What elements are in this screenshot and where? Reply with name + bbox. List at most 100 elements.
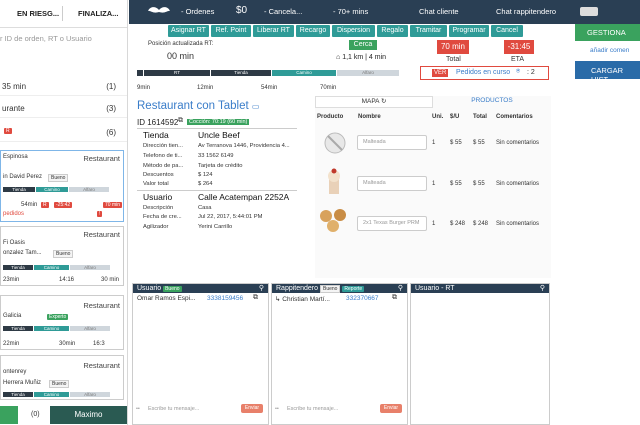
product-total: $ 55 bbox=[473, 140, 485, 146]
position-label: Posición actualizada RT: bbox=[148, 41, 214, 47]
user-address: Calle Acatempan 2252A bbox=[198, 192, 290, 202]
search-icon[interactable]: ⚲ bbox=[540, 284, 545, 293]
send-button[interactable]: Enviar bbox=[380, 404, 402, 413]
group-count: (1) bbox=[106, 82, 116, 91]
house-icon: ⌂ bbox=[336, 54, 341, 61]
send-button[interactable]: Enviar bbox=[241, 404, 263, 413]
product-price: $ 55 bbox=[450, 140, 462, 146]
gestiona-button[interactable]: GESTIONA bbox=[575, 24, 640, 41]
programar-button[interactable]: Programar bbox=[449, 25, 489, 37]
field-label: Método de pa... bbox=[143, 163, 184, 169]
timeline-rt: RT bbox=[144, 70, 210, 76]
ver-button[interactable]: VER bbox=[432, 69, 449, 77]
timeline-time: 9min bbox=[137, 85, 151, 91]
chat-rappi-link[interactable]: Chat rappitendero bbox=[496, 7, 556, 16]
maximo-button[interactable]: Maximo bbox=[50, 406, 127, 424]
tab-productos[interactable]: PRODUCTOS bbox=[433, 96, 551, 108]
restaurant-label: Restaurant bbox=[83, 361, 120, 370]
user-heading: Usuario bbox=[143, 192, 173, 202]
chat-usuario-header: Usuario Bueno ⚲ bbox=[133, 284, 268, 293]
message-input[interactable]: Escribe tu mensaje... bbox=[287, 406, 338, 412]
order-card[interactable]: Restaurant ontenrey Herrera Muñiz Bueno … bbox=[0, 355, 124, 400]
search-icon[interactable]: ⚲ bbox=[259, 284, 264, 293]
tab-finalizados[interactable]: FINALIZA... bbox=[78, 9, 118, 18]
order-card[interactable]: Espinosa Restaurant in David Perez Bueno… bbox=[0, 150, 124, 222]
distance-info: ⌂ 1,1 km | 4 min bbox=[336, 54, 386, 61]
add-comment-link[interactable]: añadir comen bbox=[590, 47, 629, 54]
group-durante[interactable]: urante (3) bbox=[0, 98, 127, 118]
pedidos-en-curso-box[interactable]: VER Pedidos en curso ⍟ : 2 bbox=[420, 66, 549, 80]
col-total: Total bbox=[473, 114, 487, 120]
mustache-logo-icon bbox=[148, 7, 170, 13]
timeline-time: 54min bbox=[261, 85, 278, 91]
attach-icon[interactable]: •• bbox=[136, 406, 140, 412]
reporte-badge[interactable]: Reporte bbox=[342, 286, 365, 292]
cargar-historial-button[interactable]: CARGAR HIST bbox=[575, 61, 640, 84]
rt-phone[interactable]: 332370667 bbox=[346, 295, 379, 302]
progress-alfaro: Alfaro bbox=[70, 326, 110, 331]
timeline-time: 12min bbox=[197, 85, 214, 91]
field-label: Fecha de cre... bbox=[143, 214, 182, 220]
time-label: 30 min bbox=[101, 277, 120, 283]
user-name: Omar Ramos Espi... bbox=[137, 295, 196, 302]
rt-name: ↳ Christian Martí... bbox=[275, 295, 330, 303]
order-id: ID 1614592 bbox=[137, 118, 179, 127]
group-other[interactable]: R (6) bbox=[0, 122, 127, 142]
col-uni: Uni. bbox=[432, 114, 444, 120]
ordenes-counter[interactable]: - Ordenes bbox=[181, 7, 214, 16]
ref-point-button[interactable]: Ref. Point bbox=[211, 25, 251, 37]
attach-icon[interactable]: •• bbox=[275, 406, 279, 412]
order-search-input[interactable]: r ID de orden, RT o Usuario bbox=[0, 34, 127, 48]
chat-title: Usuario bbox=[137, 285, 162, 292]
copy-icon[interactable]: ⧉ bbox=[253, 294, 258, 302]
tramitar-button[interactable]: Tramitar bbox=[410, 25, 447, 37]
courier-name: onzalez Tam... bbox=[3, 250, 42, 256]
progress-tienda: Tienda bbox=[3, 326, 33, 331]
field-value: Jul 22, 2017, 5:44:01 PM bbox=[198, 214, 263, 220]
asignar-rt-button[interactable]: Asignar RT bbox=[168, 25, 209, 37]
restaurant-title: Restaurant con Tablet ▭ bbox=[137, 100, 259, 112]
recargo-button[interactable]: Recargo bbox=[296, 25, 330, 37]
green-button[interactable] bbox=[0, 406, 18, 424]
chat-cliente-link[interactable]: Chat cliente bbox=[419, 7, 459, 16]
timeline-start bbox=[137, 70, 143, 76]
courier-name: Herrera Muñiz bbox=[3, 380, 42, 386]
group-35-min[interactable]: 35 min (1) bbox=[0, 76, 127, 96]
pedidos-en-curso-link[interactable]: Pedidos en curso bbox=[456, 69, 510, 76]
copy-icon[interactable]: ⧉ bbox=[392, 294, 397, 302]
pedidos-alert[interactable]: pedidos bbox=[3, 211, 24, 217]
cancel-button[interactable]: Cancel bbox=[491, 25, 523, 37]
total-label: Total bbox=[446, 56, 461, 63]
courier-name: in David Perez bbox=[3, 174, 43, 180]
dispersion-button[interactable]: Dispersion bbox=[332, 25, 375, 37]
message-input[interactable]: Escribe tu mensaje... bbox=[148, 406, 199, 412]
progress-camino: Camino bbox=[34, 265, 69, 270]
field-label: Valor total bbox=[143, 181, 169, 187]
late-counter[interactable]: - 70+ mins bbox=[333, 7, 368, 16]
product-comment: Sin comentarios bbox=[496, 181, 540, 187]
status-tabs: EN RIESG... FINALIZA... bbox=[0, 0, 127, 28]
copy-icon[interactable]: ⧉ bbox=[178, 117, 183, 125]
user-phone[interactable]: 3338159456 bbox=[207, 295, 243, 302]
order-card[interactable]: Galicia Restaurant Experto Tienda Camino… bbox=[0, 295, 124, 350]
tab-mapa[interactable]: MAPA ↻ bbox=[315, 96, 433, 108]
chat-usuario-rt-panel: Usuario - RT ⚲ bbox=[410, 283, 550, 425]
liberar-rt-button[interactable]: Liberar RT bbox=[253, 25, 294, 37]
tab-en-riesgo[interactable]: EN RIESG... bbox=[17, 9, 59, 18]
regalo-button[interactable]: Regalo bbox=[377, 25, 408, 37]
orders-sidebar: EN RIESG... FINALIZA... r ID de orden, R… bbox=[0, 0, 128, 425]
field-label: Descripción bbox=[143, 205, 174, 211]
eta-badge: -25:42 bbox=[54, 202, 73, 208]
field-value: Casa bbox=[198, 205, 212, 211]
field-value: Av Terranova 1446, Providencia 4... bbox=[198, 143, 290, 149]
alert-r-badge: R bbox=[41, 202, 49, 208]
toggle-select[interactable] bbox=[580, 7, 598, 16]
col-producto: Producto bbox=[317, 114, 344, 120]
position-value: 00 min bbox=[167, 51, 195, 61]
time-label: 54min bbox=[21, 202, 38, 208]
pedidos-count: : 2 bbox=[527, 69, 535, 76]
order-card[interactable]: Restaurant Fi Oasis onzalez Tam... Bueno… bbox=[0, 226, 124, 286]
cancel-counter[interactable]: - Cancela... bbox=[264, 7, 302, 16]
rating-badge: Experto bbox=[47, 314, 69, 320]
search-icon[interactable]: ⚲ bbox=[398, 284, 403, 293]
